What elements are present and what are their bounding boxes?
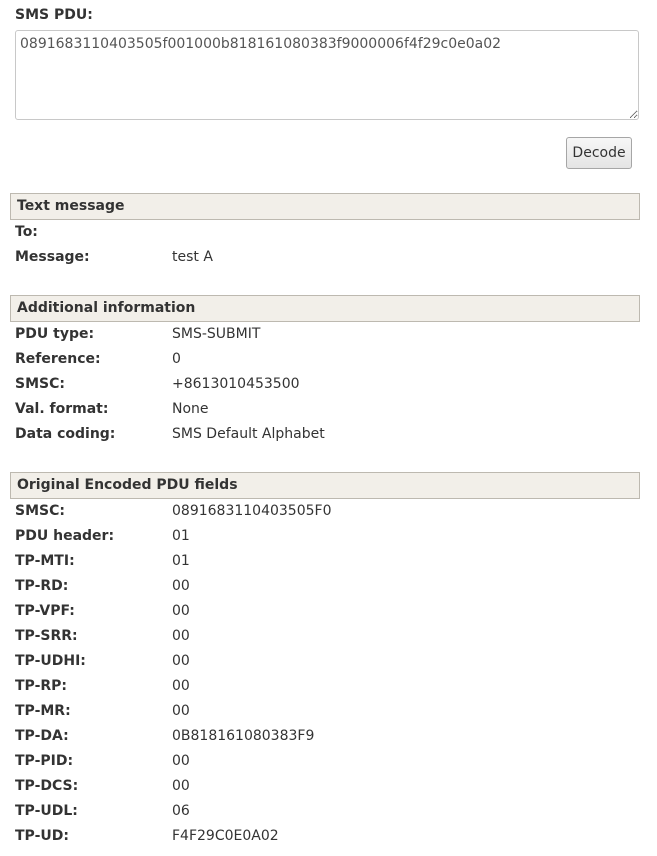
encoded-field-row: TP-DCS: 00	[10, 774, 640, 799]
encoded-field-label: TP-RP:	[15, 678, 68, 694]
encoded-fields-header: Original Encoded PDU fields	[10, 472, 640, 499]
encoded-field-label: SMSC:	[15, 503, 65, 519]
data-coding-row: Data coding: SMS Default Alphabet	[10, 422, 640, 447]
encoded-field-value: 01	[172, 553, 190, 569]
encoded-field-row: TP-MTI: 01	[10, 549, 640, 574]
encoded-field-label: TP-SRR:	[15, 628, 78, 644]
encoded-field-value: 00	[172, 628, 190, 644]
encoded-field-value: 06	[172, 803, 190, 819]
encoded-field-row: TP-VPF: 00	[10, 599, 640, 624]
encoded-field-label: TP-VPF:	[15, 603, 75, 619]
encoded-field-row: TP-MR: 00	[10, 699, 640, 724]
smsc-label: SMSC:	[15, 376, 65, 392]
encoded-field-label: TP-DA:	[15, 728, 69, 744]
encoded-field-label: TP-DCS:	[15, 778, 79, 794]
encoded-field-value: 00	[172, 603, 190, 619]
message-value: test A	[172, 249, 213, 265]
encoded-field-value: 01	[172, 528, 190, 544]
text-message-section: Text message To: Message: test A	[10, 193, 640, 270]
encoded-field-row: TP-UDL: 06	[10, 799, 640, 824]
reference-value: 0	[172, 351, 181, 367]
to-row: To:	[10, 220, 640, 245]
validity-format-value: None	[172, 401, 209, 417]
encoded-field-value: 00	[172, 653, 190, 669]
pdu-type-row: PDU type: SMS-SUBMIT	[10, 322, 640, 347]
encoded-field-value: 0B818161080383F9	[172, 728, 315, 744]
encoded-field-label: TP-UD:	[15, 828, 69, 844]
encoded-field-row: PDU header: 01	[10, 524, 640, 549]
reference-row: Reference: 0	[10, 347, 640, 372]
validity-format-row: Val. format: None	[10, 397, 640, 422]
encoded-field-label: TP-PID:	[15, 753, 74, 769]
pdu-type-label: PDU type:	[15, 326, 95, 342]
reference-label: Reference:	[15, 351, 101, 367]
smsc-value: +8613010453500	[172, 376, 300, 392]
encoded-field-label: PDU header:	[15, 528, 115, 544]
sms-pdu-input[interactable]: 0891683110403505f001000b818161080383f900…	[15, 30, 639, 120]
encoded-fields-section: Original Encoded PDU fields SMSC: 089168…	[10, 472, 640, 849]
encoded-field-row: TP-UD: F4F29C0E0A02	[10, 824, 640, 849]
additional-info-section: Additional information PDU type: SMS-SUB…	[10, 295, 640, 447]
additional-info-header: Additional information	[10, 295, 640, 322]
pdu-type-value: SMS-SUBMIT	[172, 326, 261, 342]
data-coding-value: SMS Default Alphabet	[172, 426, 325, 442]
encoded-field-row: TP-UDHI: 00	[10, 649, 640, 674]
message-label: Message:	[15, 249, 90, 265]
encoded-field-value: F4F29C0E0A02	[172, 828, 279, 844]
smsc-row: SMSC: +8613010453500	[10, 372, 640, 397]
encoded-field-label: TP-UDL:	[15, 803, 78, 819]
encoded-field-value: 00	[172, 678, 190, 694]
encoded-field-label: TP-UDHI:	[15, 653, 86, 669]
encoded-field-value: 00	[172, 778, 190, 794]
to-label: To:	[15, 224, 38, 240]
encoded-field-row: TP-PID: 00	[10, 749, 640, 774]
text-message-header: Text message	[10, 193, 640, 220]
encoded-field-label: TP-MTI:	[15, 553, 75, 569]
validity-format-label: Val. format:	[15, 401, 109, 417]
encoded-field-row: TP-DA: 0B818161080383F9	[10, 724, 640, 749]
encoded-field-value: 00	[172, 753, 190, 769]
encoded-field-row: SMSC: 0891683110403505F0	[10, 499, 640, 524]
encoded-field-value: 00	[172, 703, 190, 719]
encoded-field-row: TP-RD: 00	[10, 574, 640, 599]
encoded-field-label: TP-MR:	[15, 703, 71, 719]
encoded-field-value: 0891683110403505F0	[172, 503, 332, 519]
encoded-field-value: 00	[172, 578, 190, 594]
encoded-field-label: TP-RD:	[15, 578, 69, 594]
sms-pdu-label: SMS PDU:	[15, 7, 93, 23]
encoded-field-row: TP-SRR: 00	[10, 624, 640, 649]
pdu-decoder-page: SMS PDU: 0891683110403505f001000b8181610…	[0, 0, 657, 856]
encoded-field-row: TP-RP: 00	[10, 674, 640, 699]
message-row: Message: test A	[10, 245, 640, 270]
data-coding-label: Data coding:	[15, 426, 116, 442]
decode-button[interactable]: Decode	[566, 137, 632, 169]
